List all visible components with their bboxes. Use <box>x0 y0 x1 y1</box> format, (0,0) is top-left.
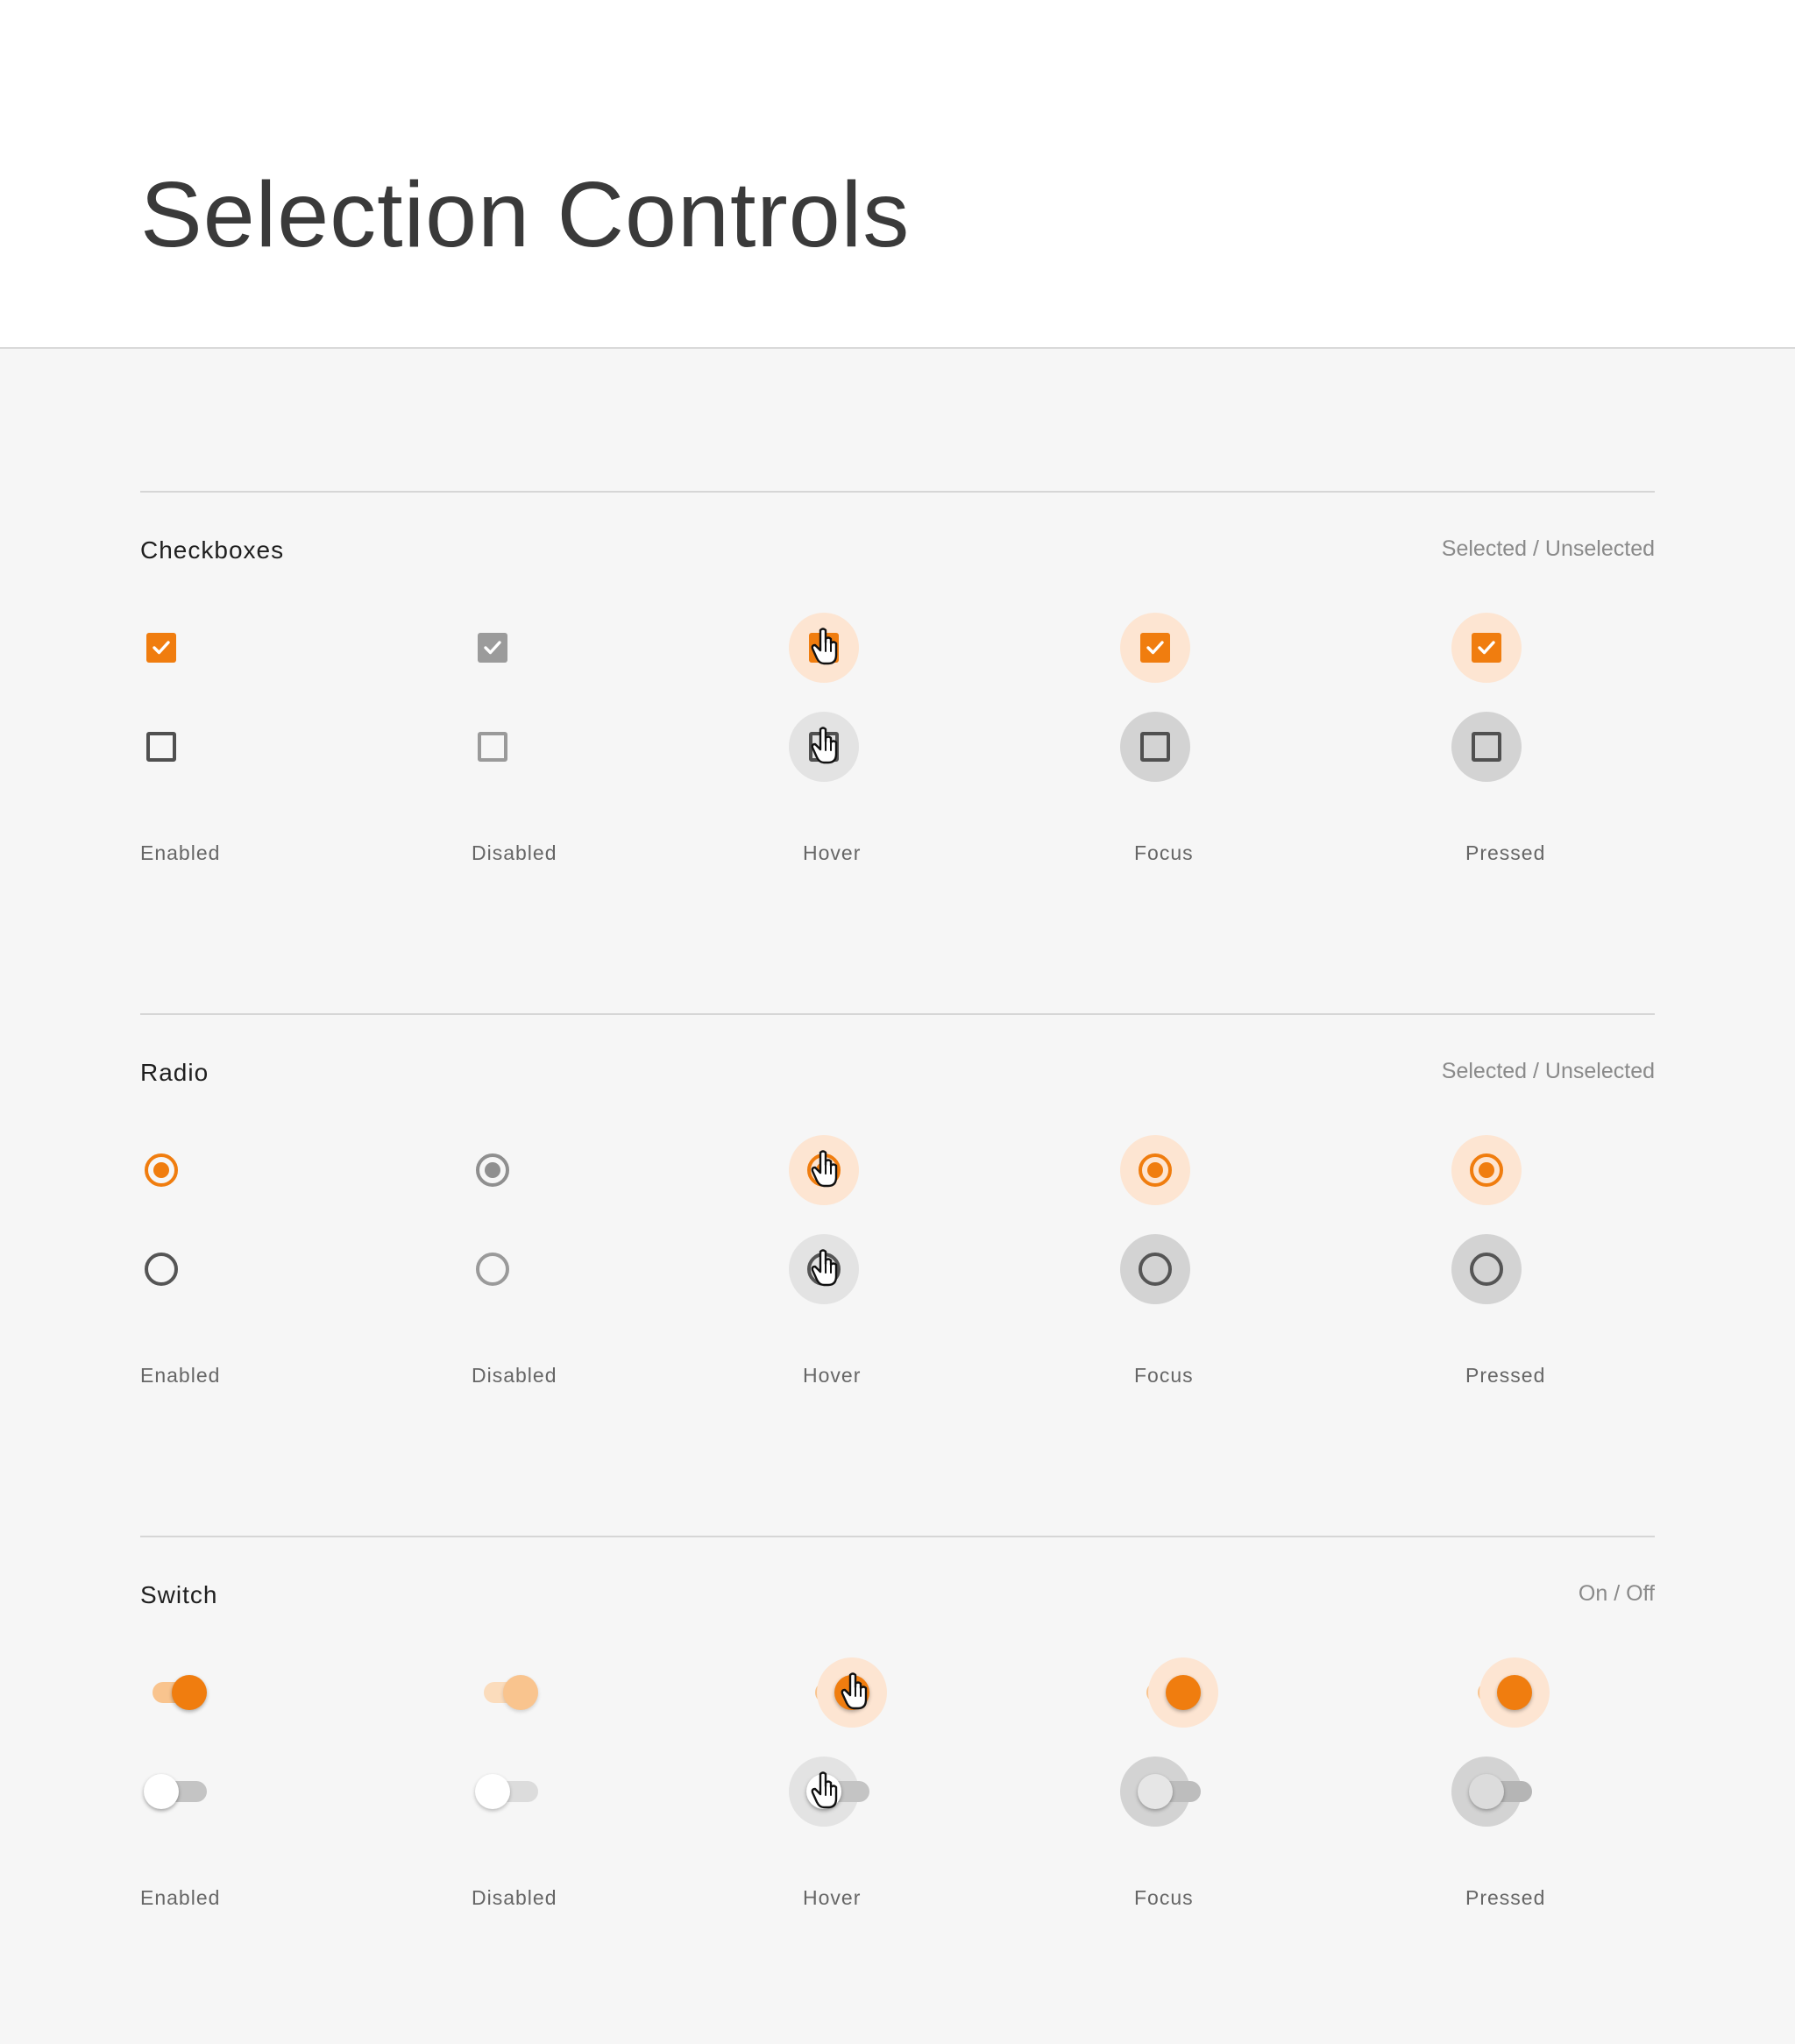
section-hint: Selected / Unselected <box>1441 1059 1655 1083</box>
section-divider <box>140 1013 1655 1015</box>
section-title: Radio <box>140 1059 209 1086</box>
check-icon <box>484 641 501 655</box>
page-header: Selection Controls <box>0 0 1795 349</box>
switch-knob <box>503 1675 538 1710</box>
check-icon <box>1478 641 1495 655</box>
radio-circle <box>1470 1153 1503 1187</box>
state-label-pressed: Pressed <box>1465 1886 1546 1909</box>
state-label-disabled: Disabled <box>472 1886 557 1909</box>
state-label-hover: Hover <box>803 1364 862 1387</box>
state-label-pressed: Pressed <box>1465 841 1546 864</box>
check-icon <box>1146 641 1164 655</box>
switch-knob <box>1138 1774 1173 1809</box>
hand-pointer-icon <box>811 727 838 764</box>
hand-pointer-icon <box>811 628 838 665</box>
page-title: Selection Controls <box>140 163 911 266</box>
checkboxes-section: Checkboxes Selected / Unselected Enabled… <box>140 491 1655 982</box>
switch-section: Switch On / Off Enabled Disabled Hover F… <box>140 1536 1655 2026</box>
radio-circle <box>1470 1253 1503 1286</box>
radio-circle <box>145 1153 178 1187</box>
state-label-enabled: Enabled <box>140 1886 221 1909</box>
state-label-disabled: Disabled <box>472 1364 557 1387</box>
radio-circle <box>476 1153 509 1187</box>
radio-section: Radio Selected / Unselected Enabled Disa… <box>140 1013 1655 1504</box>
check-icon <box>153 641 170 655</box>
checkbox-box <box>1140 633 1170 663</box>
checkbox-box <box>1472 633 1501 663</box>
section-hint: On / Off <box>1578 1581 1655 1606</box>
radio-circle <box>476 1253 509 1286</box>
section-hint: Selected / Unselected <box>1441 536 1655 561</box>
switch-knob <box>1469 1774 1504 1809</box>
section-divider <box>140 491 1655 493</box>
section-divider <box>140 1536 1655 1537</box>
switch-knob <box>1166 1675 1201 1710</box>
hand-pointer-icon <box>811 1249 838 1287</box>
hand-pointer-icon <box>811 1150 838 1188</box>
checkbox-box <box>146 633 176 663</box>
checkbox-box <box>1140 732 1170 762</box>
radio-circle <box>1139 1253 1172 1286</box>
hand-pointer-icon <box>841 1672 868 1710</box>
switch-knob <box>1497 1675 1532 1710</box>
switch-knob <box>172 1675 207 1710</box>
section-title: Checkboxes <box>140 536 285 564</box>
switch-knob <box>144 1774 179 1809</box>
radio-circle <box>1139 1153 1172 1187</box>
state-label-hover: Hover <box>803 841 862 864</box>
checkbox-box <box>1472 732 1501 762</box>
state-label-enabled: Enabled <box>140 841 221 864</box>
switch-knob <box>475 1774 510 1809</box>
checkbox-box <box>478 732 507 762</box>
state-label-pressed: Pressed <box>1465 1364 1546 1387</box>
state-label-focus: Focus <box>1134 1364 1194 1387</box>
checkbox-box <box>146 732 176 762</box>
state-label-enabled: Enabled <box>140 1364 221 1387</box>
hand-pointer-icon <box>811 1771 838 1809</box>
state-label-disabled: Disabled <box>472 841 557 864</box>
state-label-hover: Hover <box>803 1886 862 1909</box>
section-title: Switch <box>140 1581 218 1608</box>
radio-circle <box>145 1253 178 1286</box>
checkbox-box <box>478 633 507 663</box>
state-label-focus: Focus <box>1134 841 1194 864</box>
state-label-focus: Focus <box>1134 1886 1194 1909</box>
